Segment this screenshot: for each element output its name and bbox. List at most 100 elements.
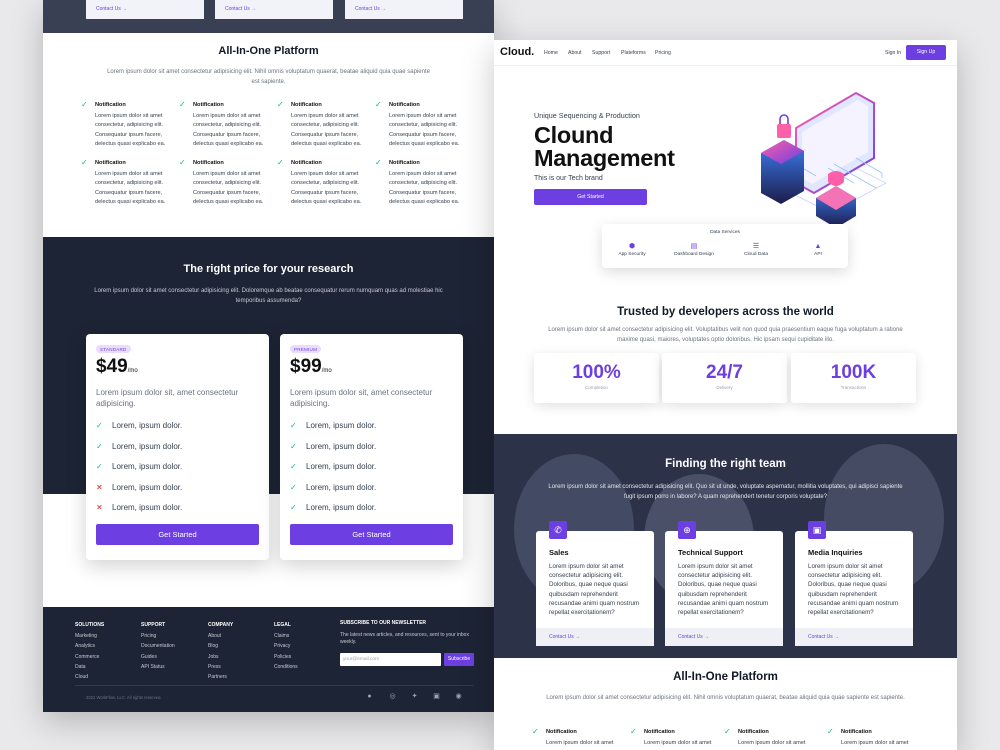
footer-link[interactable]: Claims bbox=[274, 631, 298, 641]
platform-title: All-In-One Platform bbox=[673, 671, 778, 683]
sign-up-button[interactable]: Sign Up bbox=[906, 45, 946, 60]
feature-title: Notification bbox=[546, 729, 577, 735]
newsletter-email-input[interactable]: your@email.com bbox=[340, 653, 441, 666]
data-services-title: Data Services bbox=[710, 230, 740, 235]
nav-about[interactable]: About bbox=[568, 50, 582, 56]
feature-text: Lorem ipsum dolor sit amet consectetur, … bbox=[291, 112, 362, 148]
sign-in-link[interactable]: Sign In bbox=[885, 50, 901, 56]
check-icon: ✓ bbox=[96, 421, 103, 430]
feature-item: ✓ Notification Lorem ipsum dolor sit amet … bbox=[179, 101, 279, 150]
database-icon: ▤ bbox=[690, 243, 698, 250]
footer-link[interactable]: Documentation bbox=[141, 641, 175, 651]
check-icon: ✓ bbox=[375, 100, 382, 109]
hero-title-line2: Management bbox=[534, 145, 675, 171]
service-app-security[interactable]: ⬢ App Security bbox=[602, 242, 662, 257]
feature-item: ✓ Notification Lorem ipsum dolor sit amet bbox=[724, 728, 824, 748]
footer-link[interactable]: Guides bbox=[141, 652, 175, 662]
data-services-panel: Data Services ⬢ App Security ▤ Dashboard D… bbox=[602, 224, 848, 268]
footer-column-legal: LEGAL Claims Privacy Policies Conditions bbox=[274, 620, 298, 672]
footer-link[interactable]: Pricing bbox=[141, 631, 175, 641]
instagram-icon[interactable]: ◎ bbox=[388, 692, 397, 701]
facebook-icon[interactable]: ● bbox=[365, 692, 374, 701]
footer-link[interactable]: Data bbox=[75, 662, 104, 672]
footer-link[interactable]: Cloud bbox=[75, 672, 104, 682]
contact-link[interactable]: Contact Us bbox=[225, 6, 250, 12]
footer-link[interactable]: Marketing bbox=[75, 631, 104, 641]
get-started-button[interactable]: Get Started bbox=[290, 524, 453, 545]
stat-card: 100K Transactions bbox=[791, 353, 916, 403]
newsletter: SUBSCRIBE TO OUR NEWSLETTER The latest n… bbox=[340, 620, 480, 646]
footer-link[interactable]: Privacy bbox=[274, 641, 298, 651]
feature-text: Lorem ipsum dolor sit amet consectetur, … bbox=[95, 170, 166, 206]
feature-title: Notification bbox=[644, 729, 675, 735]
footer-link[interactable]: Commerce bbox=[75, 652, 104, 662]
team-description: Lorem ipsum dolor sit amet consectetur a… bbox=[548, 484, 903, 500]
plan-feature: ✓ Lorem, ipsum dolor. bbox=[290, 462, 376, 471]
footer-link[interactable]: Analytics bbox=[75, 641, 104, 651]
footer-heading: SOLUTIONS bbox=[75, 622, 105, 628]
plan-feature-text: Lorem, ipsum dolor. bbox=[306, 421, 377, 430]
arrow-right-icon: → bbox=[122, 6, 128, 12]
twitch-icon[interactable]: ▣ bbox=[432, 692, 441, 701]
feature-text: Lorem ipsum dolor sit amet consectetur, … bbox=[95, 112, 166, 148]
footer-link[interactable]: Jobs bbox=[208, 652, 233, 662]
x-icon: ✕ bbox=[96, 503, 103, 512]
contact-link[interactable]: Contact Us bbox=[355, 6, 380, 12]
get-started-button[interactable]: Get Started bbox=[96, 524, 259, 545]
pricing-card-standard: STANDARD $49/mo Lorem ipsum dolor sit, ame… bbox=[86, 334, 269, 560]
team-card-text: Lorem ipsum dolor sit amet consectetur a… bbox=[808, 563, 899, 617]
plan-feature: ✓ Lorem, ipsum dolor. bbox=[96, 421, 182, 430]
contact-card-stub: Contact Us → bbox=[86, 0, 204, 19]
stat-value: 24/7 bbox=[706, 362, 743, 383]
footer-link[interactable]: Partners bbox=[208, 672, 233, 682]
check-icon: ✓ bbox=[724, 727, 731, 736]
feature-item: ✓ Notification Lorem ipsum dolor sit amet bbox=[630, 728, 730, 748]
contact-link[interactable]: Contact Us bbox=[808, 634, 833, 640]
hero-tagline: This is our Tech brand bbox=[534, 175, 603, 182]
nav-support[interactable]: Support bbox=[592, 50, 610, 56]
trusted-title: Trusted by developers across the world bbox=[617, 306, 834, 318]
newsletter-heading: SUBSCRIBE TO OUR NEWSLETTER bbox=[340, 620, 427, 626]
footer-link[interactable]: Press bbox=[208, 662, 233, 672]
price-amount: $99 bbox=[290, 356, 322, 377]
copyright: 2022 WorkFlow, LLC. All rights reserved. bbox=[86, 695, 162, 700]
team-card: ▣ Media Inquiries Lorem ipsum dolor sit am… bbox=[795, 521, 913, 646]
feature-text: Lorem ipsum dolor sit amet consectetur, … bbox=[389, 112, 460, 148]
nav-plateforms[interactable]: Plateforms bbox=[621, 50, 646, 56]
footer-link[interactable]: About bbox=[208, 631, 233, 641]
contact-link[interactable]: Contact Us bbox=[678, 634, 703, 640]
service-cloud-data[interactable]: ☰ Cloud Data bbox=[726, 242, 786, 257]
feature-title: Notification bbox=[95, 160, 126, 166]
logo[interactable]: Cloud. bbox=[500, 46, 534, 58]
left-page-mockup: Contact Us → Contact Us → Contact Us → A… bbox=[43, 0, 494, 712]
nav-home[interactable]: Home bbox=[544, 50, 558, 56]
footer-link[interactable]: Policies bbox=[274, 652, 298, 662]
footer-link[interactable]: API Status bbox=[141, 662, 175, 672]
get-started-button[interactable]: Get Started bbox=[534, 189, 647, 205]
github-icon[interactable]: ◉ bbox=[454, 692, 463, 701]
plan-feature-text: Lorem, ipsum dolor. bbox=[306, 503, 377, 512]
footer-link[interactable]: Blog bbox=[208, 641, 233, 651]
platform-description: Lorem ipsum dolor sit amet consectetur a… bbox=[107, 69, 430, 85]
team-title: Finding the right team bbox=[665, 458, 786, 470]
feature-item: ✓ Notification Lorem ipsum dolor sit amet bbox=[827, 728, 927, 748]
service-api[interactable]: ▲ API bbox=[788, 242, 848, 257]
team-card-footer: Contact Us → bbox=[536, 628, 654, 646]
contact-link[interactable]: Contact Us bbox=[549, 634, 574, 640]
right-page-mockup: Cloud. Home About Support Plateforms Pri… bbox=[494, 40, 957, 750]
arrow-right-icon: → bbox=[702, 634, 710, 640]
plan-feature-text: Lorem, ipsum dolor. bbox=[112, 462, 183, 471]
service-dashboard-design[interactable]: ▤ Dashboard Design bbox=[664, 242, 724, 257]
feature-text: Lorem ipsum dolor sit amet bbox=[546, 739, 614, 746]
newsletter-text: The latest news articles, and resources,… bbox=[340, 632, 469, 645]
subscribe-button[interactable]: Subscribe bbox=[444, 653, 474, 666]
shield-icon: ⬢ bbox=[628, 243, 636, 250]
pricing-title: The right price for your research bbox=[183, 263, 354, 275]
plan-feature: ✓ Lorem, ipsum dolor. bbox=[290, 483, 376, 492]
footer-link[interactable]: Conditions bbox=[274, 662, 298, 672]
feature-item: ✓ Notification Lorem ipsum dolor sit amet … bbox=[375, 101, 475, 150]
check-icon: ✓ bbox=[532, 727, 539, 736]
twitter-icon[interactable]: ✦ bbox=[410, 692, 419, 701]
contact-link[interactable]: Contact Us bbox=[96, 6, 121, 12]
nav-pricing[interactable]: Pricing bbox=[655, 50, 671, 56]
